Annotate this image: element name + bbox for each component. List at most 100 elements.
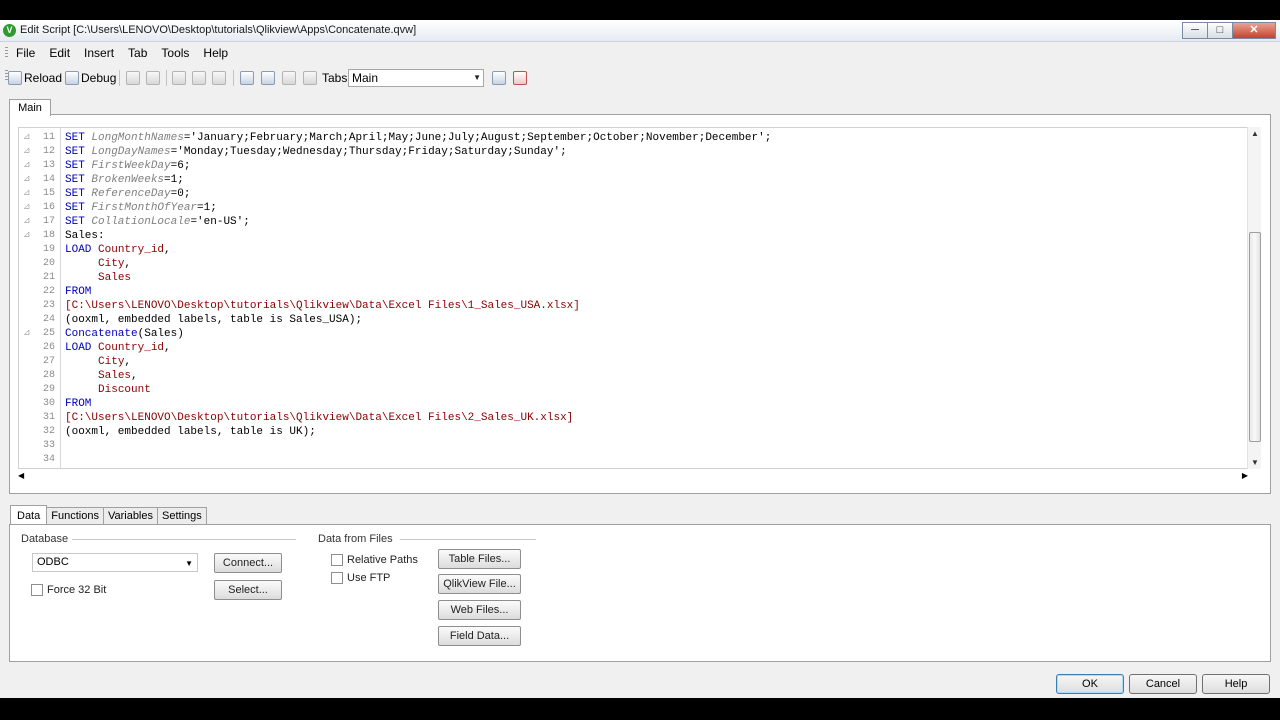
- script-line[interactable]: ⊿ 25 Concatenate(Sales): [19, 327, 1247, 341]
- table-files-button[interactable]: Table Files...: [438, 549, 521, 569]
- script-line[interactable]: ⊿ 17 SET CollationLocale='en-US';: [19, 215, 1247, 229]
- line-number: 11: [42, 132, 55, 143]
- script-line[interactable]: 31 [C:\Users\LENOVO\Desktop\tutorials\Qli…: [19, 411, 1247, 425]
- code-token: SET: [65, 174, 92, 186]
- copy-button[interactable]: [192, 70, 206, 86]
- tab-variables[interactable]: Variables: [102, 507, 158, 524]
- add-tab-button[interactable]: [261, 70, 275, 86]
- script-line[interactable]: 30 FROM: [19, 397, 1247, 411]
- maximize-button[interactable]: □: [1207, 22, 1233, 39]
- script-line[interactable]: ⊿ 13 SET FirstWeekDay=6;: [19, 159, 1247, 173]
- script-line[interactable]: 22 FROM: [19, 285, 1247, 299]
- qlikview-file-button[interactable]: QlikView File...: [438, 574, 521, 594]
- reload-button[interactable]: Reload: [8, 70, 62, 86]
- reload-label: Reload: [24, 71, 63, 85]
- vertical-scrollbar[interactable]: ▲ ▼: [1247, 127, 1261, 469]
- script-line-text: Discount: [65, 383, 151, 397]
- line-number: 25: [42, 328, 55, 339]
- tab-settings[interactable]: Settings: [157, 507, 207, 524]
- help-button[interactable]: Help: [1202, 674, 1270, 694]
- script-editor[interactable]: ⊿ 11 SET LongMonthNames='January;February;…: [18, 127, 1248, 469]
- script-line[interactable]: 24 (ooxml, embedded labels, table is Sale…: [19, 313, 1247, 327]
- code-token: Concatenate: [65, 328, 138, 340]
- menu-tab[interactable]: Tab: [128, 46, 147, 60]
- line-number: 28: [42, 370, 55, 381]
- script-line[interactable]: ⊿ 15 SET ReferenceDay=0;: [19, 187, 1247, 201]
- script-line[interactable]: ⊿ 16 SET FirstMonthOfYear=1;: [19, 201, 1247, 215]
- demote-tab-button[interactable]: [303, 70, 317, 86]
- tabs-dropdown[interactable]: Main ▼: [348, 69, 484, 87]
- script-line[interactable]: ⊿ 18 Sales:: [19, 229, 1247, 243]
- tab-data[interactable]: Data: [10, 505, 48, 524]
- script-line[interactable]: ⊿ 11 SET LongMonthNames='January;February;…: [19, 131, 1247, 145]
- code-token: Sales:: [65, 230, 105, 242]
- scroll-up-icon[interactable]: ▲: [1251, 129, 1259, 138]
- save-button[interactable]: [126, 70, 140, 86]
- connect-button[interactable]: Connect...: [214, 553, 282, 573]
- script-line[interactable]: ⊿ 14 SET BrokenWeeks=1;: [19, 173, 1247, 187]
- menu-bar: File Edit Insert Tab Tools Help: [0, 42, 1280, 64]
- code-token: [C:\Users\LENOVO\Desktop\tutorials\Qlikv…: [65, 300, 580, 312]
- menu-tools[interactable]: Tools: [161, 46, 189, 60]
- web-files-button[interactable]: Web Files...: [438, 600, 521, 620]
- tab-functions[interactable]: Functions: [46, 507, 104, 524]
- expand-button[interactable]: [492, 70, 506, 86]
- tabs-dropdown-value: Main: [352, 71, 379, 85]
- script-line[interactable]: 21 Sales: [19, 271, 1247, 285]
- code-token: SET: [65, 146, 92, 158]
- script-line[interactable]: 23 [C:\Users\LENOVO\Desktop\tutorials\Qli…: [19, 299, 1247, 313]
- find-button[interactable]: [240, 70, 254, 86]
- close-button[interactable]: ✕: [1232, 22, 1276, 39]
- cut-button[interactable]: [172, 70, 186, 86]
- script-line-text: FROM: [65, 285, 91, 299]
- use-ftp-checkbox[interactable]: Use FTP: [331, 572, 390, 584]
- script-line[interactable]: 19 LOAD Country_id,: [19, 243, 1247, 257]
- tab-main[interactable]: Main: [9, 99, 51, 116]
- cancel-button[interactable]: Cancel: [1129, 674, 1197, 694]
- paste-button[interactable]: [212, 70, 226, 86]
- script-line[interactable]: 29 Discount: [19, 383, 1247, 397]
- relative-paths-checkbox[interactable]: Relative Paths: [331, 554, 418, 566]
- promote-tab-button[interactable]: [282, 70, 296, 86]
- horizontal-scrollbar[interactable]: ◀ ▶: [18, 471, 1248, 483]
- menu-file[interactable]: File: [16, 46, 35, 60]
- menu-help[interactable]: Help: [203, 46, 228, 60]
- code-token: SET: [65, 132, 92, 144]
- code-token: LOAD: [65, 342, 99, 354]
- code-token: (ooxml, embedded labels, table is Sales_…: [65, 314, 363, 326]
- bottom-tab-strip: Data Functions Variables Settings: [10, 505, 207, 525]
- print-button[interactable]: [146, 70, 160, 86]
- code-token: SET: [65, 160, 92, 172]
- script-line-text: Concatenate(Sales): [65, 327, 184, 341]
- select-button[interactable]: Select...: [214, 580, 282, 600]
- copy-icon: [192, 71, 206, 85]
- syntax-check-icon: [513, 71, 527, 85]
- force-32-bit-checkbox[interactable]: Force 32 Bit: [31, 584, 106, 596]
- menu-edit[interactable]: Edit: [49, 46, 70, 60]
- debug-button[interactable]: Debug: [65, 70, 116, 86]
- script-line[interactable]: ⊿ 12 SET LongDayNames='Monday;Tuesday;Wedn…: [19, 145, 1247, 159]
- minimize-button[interactable]: ─: [1182, 22, 1208, 39]
- field-data-button[interactable]: Field Data...: [438, 626, 521, 646]
- line-number: 29: [42, 384, 55, 395]
- script-line[interactable]: 26 LOAD Country_id,: [19, 341, 1247, 355]
- script-line[interactable]: 32 (ooxml, embedded labels, table is UK);: [19, 425, 1247, 439]
- scroll-right-icon[interactable]: ▶: [1242, 471, 1248, 480]
- script-line[interactable]: 28 Sales,: [19, 369, 1247, 383]
- search-icon: [240, 71, 254, 85]
- scrollbar-thumb[interactable]: [1249, 232, 1261, 442]
- chevron-down-icon: ▼: [473, 73, 481, 82]
- scroll-down-icon[interactable]: ▼: [1251, 458, 1259, 467]
- syntax-check-button[interactable]: [513, 70, 527, 86]
- code-token: BrokenWeeks: [91, 174, 165, 186]
- database-combo[interactable]: ODBC ▼: [32, 553, 198, 572]
- ok-button[interactable]: OK: [1056, 674, 1124, 694]
- menu-insert[interactable]: Insert: [84, 46, 114, 60]
- script-line[interactable]: 33: [19, 439, 1247, 453]
- scroll-left-icon[interactable]: ◀: [18, 471, 24, 480]
- script-line[interactable]: 20 City,: [19, 257, 1247, 271]
- script-line-text: City,: [65, 355, 131, 369]
- script-line[interactable]: 34: [19, 453, 1247, 467]
- script-line[interactable]: 27 City,: [19, 355, 1247, 369]
